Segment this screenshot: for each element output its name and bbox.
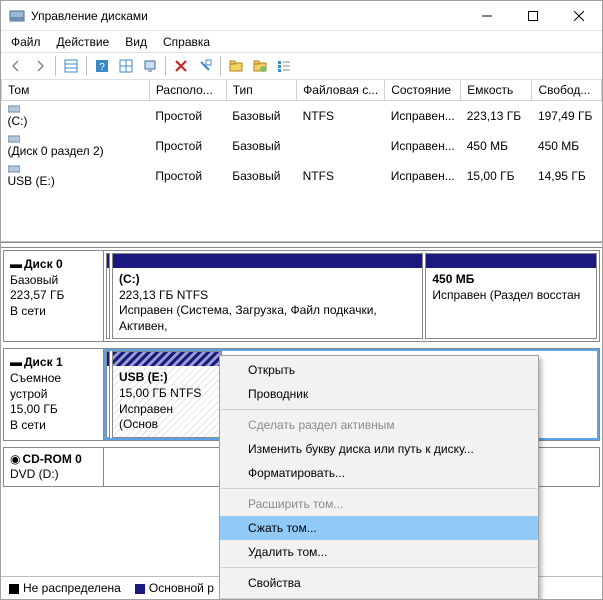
- app-icon: [9, 8, 25, 24]
- col-layout[interactable]: Располо...: [149, 80, 226, 101]
- disk1-header[interactable]: ▬Диск 1 Съемное устрой 15,00 ГБ В сети: [4, 349, 104, 439]
- disk0-type: Базовый: [10, 273, 97, 289]
- volume-list: Том Располо... Тип Файловая с... Состоян…: [1, 80, 602, 242]
- ctx-format[interactable]: Форматировать...: [220, 461, 538, 485]
- disk0-p1-state: Исправен (Система, Загрузка, Файл подкач…: [119, 303, 416, 334]
- disk0-p2-state: Исправен (Раздел восстан: [432, 288, 590, 304]
- menu-bar: Файл Действие Вид Справка: [1, 31, 602, 52]
- view-list-icon[interactable]: [60, 55, 82, 77]
- legend-primary: Основной р: [149, 581, 214, 595]
- disk1-part-usb[interactable]: USB (E:) 15,00 ГБ NTFS Исправен (Основ: [112, 351, 222, 437]
- disk1-leading-gap: [106, 351, 110, 437]
- refresh-icon[interactable]: [115, 55, 137, 77]
- ctx-change-letter[interactable]: Изменить букву диска или путь к диску...: [220, 437, 538, 461]
- context-menu: Открыть Проводник Сделать раздел активны…: [219, 355, 539, 600]
- disk1-type: Съемное устрой: [10, 371, 97, 402]
- disk-row-0: ▬Диск 0 Базовый 223,57 ГБ В сети (C:) 22…: [3, 250, 600, 342]
- ctx-explorer[interactable]: Проводник: [220, 382, 538, 406]
- disc-icon: ◉: [10, 452, 20, 466]
- cd-type: DVD (D:): [10, 467, 97, 483]
- disk0-status: В сети: [10, 304, 97, 320]
- menu-help[interactable]: Справка: [155, 33, 218, 51]
- disk0-p2-title: 450 МБ: [432, 272, 590, 288]
- legend-unallocated: Не распределена: [23, 581, 121, 595]
- delete-icon[interactable]: [170, 55, 192, 77]
- table-row[interactable]: (C:)ПростойБазовыйNTFSИсправен...223,13 …: [2, 101, 602, 132]
- menu-file[interactable]: Файл: [3, 33, 49, 51]
- minimize-button[interactable]: [464, 1, 510, 31]
- legend-swatch-primary: [135, 584, 145, 594]
- disk0-part-c[interactable]: (C:) 223,13 ГБ NTFS Исправен (Система, З…: [112, 253, 423, 339]
- title-bar: Управление дисками: [1, 1, 602, 31]
- disk1-p1-state: Исправен (Основ: [119, 402, 215, 433]
- properties-icon[interactable]: [194, 55, 216, 77]
- column-headers: Том Располо... Тип Файловая с... Состоян…: [2, 80, 602, 101]
- menu-action[interactable]: Действие: [49, 33, 118, 51]
- list2-icon[interactable]: [273, 55, 295, 77]
- disk0-size: 223,57 ГБ: [10, 288, 97, 304]
- ctx-properties[interactable]: Свойства: [220, 571, 538, 595]
- col-volume[interactable]: Том: [2, 80, 150, 101]
- cd-name: CD-ROM 0: [22, 452, 81, 466]
- back-button[interactable]: [5, 55, 27, 77]
- col-free[interactable]: Свобод...: [532, 80, 602, 101]
- disk-icon: ▬: [10, 257, 22, 271]
- ctx-delete[interactable]: Удалить том...: [220, 540, 538, 564]
- table-row[interactable]: USB (E:)ПростойБазовыйNTFSИсправен...15,…: [2, 161, 602, 191]
- disk0-part-recovery[interactable]: 450 МБ Исправен (Раздел восстан: [425, 253, 597, 339]
- maximize-button[interactable]: [510, 1, 556, 31]
- disk0-leading-gap: [106, 253, 110, 339]
- menu-view[interactable]: Вид: [117, 33, 155, 51]
- disk1-p1-sub: 15,00 ГБ NTFS: [119, 386, 215, 402]
- col-type[interactable]: Тип: [226, 80, 296, 101]
- forward-button[interactable]: [29, 55, 51, 77]
- ctx-open[interactable]: Открыть: [220, 358, 538, 382]
- disk0-p1-sub: 223,13 ГБ NTFS: [119, 288, 416, 304]
- close-button[interactable]: [556, 1, 602, 31]
- ctx-shrink[interactable]: Сжать том...: [220, 516, 538, 540]
- disk0-name: Диск 0: [24, 257, 63, 271]
- disk1-size: 15,00 ГБ: [10, 402, 97, 418]
- disk-icon: ▬: [10, 355, 22, 369]
- table-row[interactable]: (Диск 0 раздел 2)ПростойБазовыйИсправен.…: [2, 131, 602, 161]
- disk0-p1-title: (C:): [119, 272, 416, 288]
- disk0-header[interactable]: ▬Диск 0 Базовый 223,57 ГБ В сети: [4, 251, 104, 341]
- action-icon[interactable]: [139, 55, 161, 77]
- folder2-icon[interactable]: [249, 55, 271, 77]
- disk1-name: Диск 1: [24, 355, 63, 369]
- disk1-p1-title: USB (E:): [119, 370, 215, 386]
- help-icon[interactable]: ?: [91, 55, 113, 77]
- disk-management-window: Управление дисками Файл Действие Вид Спр…: [0, 0, 603, 600]
- folder-icon[interactable]: [225, 55, 247, 77]
- ctx-extend: Расширить том...: [220, 492, 538, 516]
- cdrom-header[interactable]: ◉CD-ROM 0 DVD (D:): [4, 448, 104, 486]
- legend-swatch-unallocated: [9, 584, 19, 594]
- ctx-make-active: Сделать раздел активным: [220, 413, 538, 437]
- col-capacity[interactable]: Емкость: [461, 80, 532, 101]
- col-fs[interactable]: Файловая с...: [297, 80, 385, 101]
- svg-text:?: ?: [99, 62, 105, 73]
- window-title: Управление дисками: [31, 9, 464, 23]
- col-state[interactable]: Состояние: [385, 80, 461, 101]
- toolbar: ?: [1, 52, 602, 80]
- disk1-status: В сети: [10, 418, 97, 434]
